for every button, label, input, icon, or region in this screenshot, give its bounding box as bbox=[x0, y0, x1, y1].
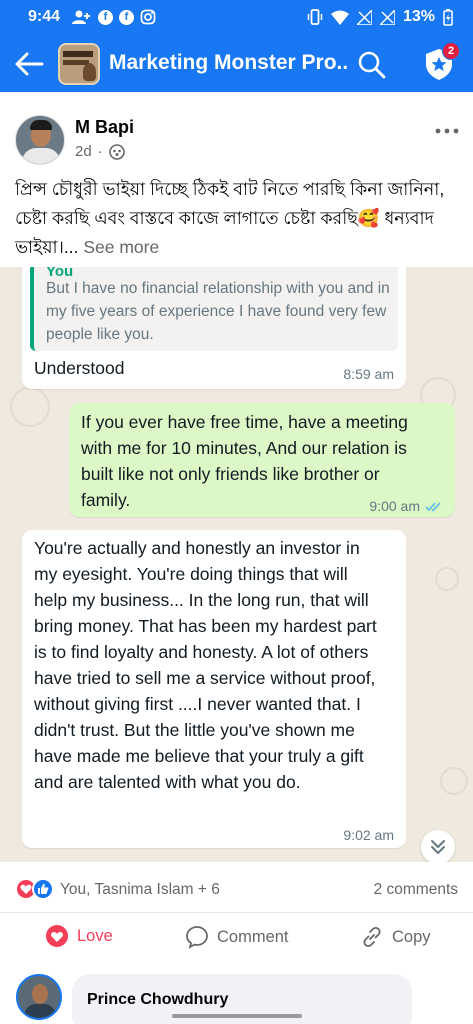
love-button[interactable]: Love bbox=[45, 925, 113, 947]
outgoing-text: If you ever have free time, have a meeti… bbox=[81, 412, 408, 510]
reply-text: Understood bbox=[34, 358, 125, 378]
post-text: প্রিন্স চৌধুরী ভাইয়া দিচ্ছে ঠিকই বাট নি… bbox=[15, 179, 445, 257]
battery-charging-icon bbox=[443, 8, 453, 26]
double-check-icon bbox=[425, 501, 441, 511]
comment-label: Comment bbox=[217, 927, 289, 946]
status-bar: 9:44 f f 13% bbox=[0, 0, 473, 36]
author-avatar[interactable] bbox=[15, 115, 65, 165]
battery-percent: 13% bbox=[402, 8, 435, 25]
reactions-bar: You, Tasnima Islam + 6 2 comments bbox=[0, 869, 473, 909]
more-dots-icon bbox=[435, 128, 459, 134]
copy-button[interactable]: Copy bbox=[360, 925, 431, 949]
reactors-summary[interactable]: You, Tasnima Islam + 6 bbox=[60, 881, 220, 899]
reaction-icons[interactable] bbox=[15, 878, 54, 900]
copy-label: Copy bbox=[392, 927, 431, 946]
home-indicator[interactable] bbox=[172, 1014, 302, 1018]
post-age[interactable]: 2d bbox=[75, 143, 92, 160]
group-audience-icon bbox=[108, 143, 125, 160]
instagram-icon bbox=[140, 9, 156, 25]
post-image[interactable]: You But I have no financial relationship… bbox=[0, 267, 473, 862]
facebook-icon: f bbox=[98, 9, 113, 25]
status-left-icons: f f bbox=[72, 9, 156, 25]
comment-bubble-icon bbox=[186, 926, 208, 949]
wifi-icon bbox=[330, 10, 349, 25]
more-options-button[interactable] bbox=[435, 117, 459, 140]
chevron-double-down-icon bbox=[431, 840, 445, 854]
app-bar: Marketing Monster Pro... 2 bbox=[0, 36, 473, 92]
commenter-avatar[interactable] bbox=[16, 974, 62, 1020]
post-header: M Bapi 2d · bbox=[0, 100, 473, 170]
group-thumbnail[interactable] bbox=[58, 43, 100, 85]
person-add-icon bbox=[72, 10, 90, 24]
incoming-text: You're actually and honestly an investor… bbox=[34, 538, 377, 792]
vibrate-icon bbox=[307, 9, 323, 25]
facebook-icon: f bbox=[119, 9, 134, 25]
back-button[interactable] bbox=[12, 48, 46, 80]
author-name[interactable]: M Bapi bbox=[75, 117, 134, 138]
back-arrow-icon bbox=[15, 52, 44, 76]
quoted-text: But I have no financial relationship wit… bbox=[46, 280, 390, 343]
comment-button[interactable]: Comment bbox=[185, 925, 289, 949]
chat-outgoing-bubble: If you ever have free time, have a meeti… bbox=[69, 403, 455, 517]
chat-incoming-bubble: You're actually and honestly an investor… bbox=[22, 530, 406, 848]
signal-off-icon bbox=[379, 9, 395, 25]
search-button[interactable] bbox=[356, 49, 388, 81]
see-more-link[interactable]: See more bbox=[83, 237, 159, 257]
like-reaction-icon bbox=[32, 878, 54, 900]
status-time: 9:44 bbox=[28, 8, 61, 25]
group-title[interactable]: Marketing Monster Pro... bbox=[109, 51, 349, 75]
commenter-name[interactable]: Prince Chowdhury bbox=[87, 991, 228, 1009]
post-body: প্রিন্স চৌধুরী ভাইয়া দিচ্ছে ঠিকই বাট নি… bbox=[15, 175, 460, 262]
heart-icon bbox=[46, 925, 68, 947]
signal-off-icon bbox=[356, 9, 372, 25]
link-icon bbox=[363, 926, 381, 948]
search-icon bbox=[358, 51, 386, 79]
incoming-time: 9:02 am bbox=[343, 827, 394, 843]
quoted-message: You But I have no financial relationship… bbox=[30, 267, 398, 351]
comments-count[interactable]: 2 comments bbox=[374, 881, 458, 899]
reply-time: 8:59 am bbox=[343, 366, 394, 382]
notification-badge: 2 bbox=[442, 42, 460, 60]
outgoing-time: 9:00 am bbox=[369, 493, 443, 519]
chat-reply-bubble: You But I have no financial relationship… bbox=[22, 267, 406, 389]
status-right-icons: 13% bbox=[307, 8, 453, 26]
post-meta: 2d · bbox=[75, 143, 125, 160]
love-label: Love bbox=[77, 926, 113, 945]
scroll-down-button[interactable] bbox=[421, 830, 455, 862]
post-actions: Love Comment Copy bbox=[0, 912, 473, 960]
